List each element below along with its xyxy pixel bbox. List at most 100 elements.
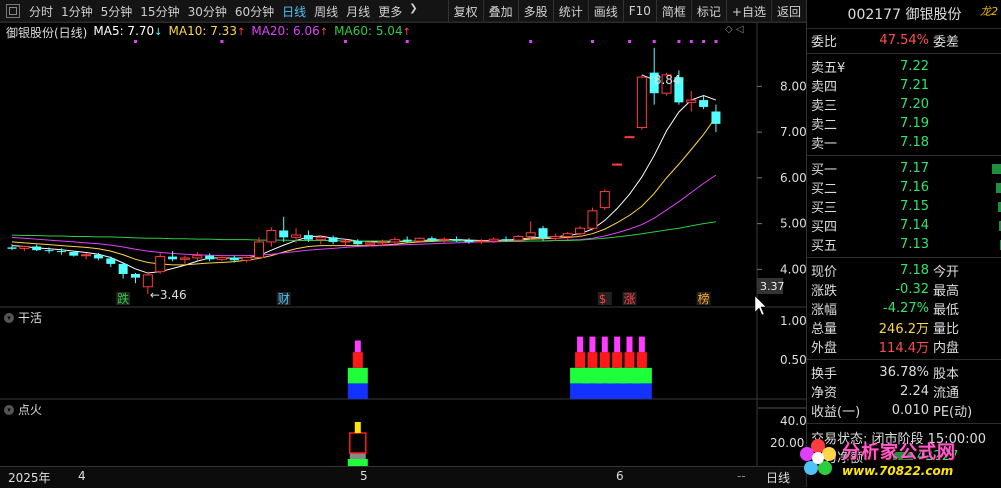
candle-body-down[interactable] [106,258,116,264]
candle-body-down[interactable] [328,237,338,242]
candle-body-up[interactable] [612,163,623,166]
candle-body-down[interactable] [44,250,54,252]
candle-body-up[interactable] [575,227,586,235]
quote-row: 现价 7.18 今开 [807,261,1001,280]
candle-body-up[interactable] [340,240,351,243]
order-price: 7.22 [900,59,929,74]
watermark: 分析家公式网 www.70822.com [796,428,1001,487]
order-level-text: 买一 [811,163,838,178]
order-row[interactable]: 卖三 7.20 [807,95,1001,114]
candle-body-up[interactable] [686,99,697,103]
candle-body-up[interactable] [315,236,326,241]
candle-body-up[interactable] [488,238,499,242]
order-row[interactable]: 买三 7.15 [807,197,1001,216]
candle-body-down[interactable] [93,254,103,259]
candle-body-down[interactable] [353,241,363,245]
event-marker-label: $ [599,292,607,306]
signal-dot [405,40,409,43]
candle-body-down[interactable] [699,100,709,107]
order-row[interactable]: 买二 7.16 [807,178,1001,197]
order-level-label: 买三 [807,197,851,216]
candle-body-down[interactable] [501,239,511,241]
candle-body-down[interactable] [279,230,289,238]
candle-body-up[interactable] [254,241,264,258]
y-tick-label: 8.00 [780,79,806,93]
candle-body-up[interactable] [562,233,573,237]
candle-body-down[interactable] [402,239,412,242]
candle-body-up[interactable] [266,229,277,243]
collapse-icon[interactable]: ▾ [4,312,14,323]
period-label[interactable]: 日线 [766,469,790,486]
candle-body-down[interactable] [205,255,215,260]
order-row[interactable]: 卖四 7.21 [807,76,1001,95]
quote-label-2: 今开 [933,265,960,280]
candle-body-up[interactable] [81,254,92,257]
candle-body-down[interactable] [69,252,79,256]
ask-book: 卖五¥ 7.22 卖四 7.21 卖三 7.20 卖二 7.19 卖一 7.18 [807,57,1001,152]
candle-body-up[interactable] [377,241,388,244]
candle-body-up[interactable] [414,237,425,242]
candle-body-up[interactable] [19,246,30,249]
candle-body-down[interactable] [131,273,140,278]
candle-body-up[interactable] [241,256,252,261]
candle-body-up[interactable] [365,242,376,245]
collapse-icon[interactable]: ▾ [4,404,14,415]
signal-dot [134,40,137,43]
order-row[interactable]: 买四 7.14 [807,216,1001,235]
candle-body-up[interactable] [192,255,203,259]
candle-body-up[interactable] [439,238,450,241]
candle-body-up[interactable] [624,136,635,139]
ignite-bar-segment [349,432,367,454]
y-tick-label: 6.00 [780,171,806,185]
candle-body-down[interactable] [118,263,128,274]
order-row[interactable]: 买一 7.17 [807,159,1001,178]
stock-tag: 龙2 [980,5,998,18]
candle-body-up[interactable] [389,239,400,243]
stacked-bar-segment [577,336,584,353]
candle-body-up[interactable] [587,210,598,229]
panel-title-dianhuo: ▾ 点火 [4,401,42,418]
candle-body-up[interactable] [550,235,561,239]
order-level-label: 买五 [807,235,851,254]
fin-row: 收益(一) 0.010 PE(动) [807,401,1001,420]
order-row[interactable]: 卖二 7.19 [807,114,1001,133]
candle-body-up[interactable] [599,191,610,209]
fin-value: 36.78% [879,365,929,380]
order-row[interactable]: 买五 7.13 [807,235,1001,254]
candle-body-down[interactable] [168,256,178,260]
candle-body-down[interactable] [229,257,239,261]
candle-body-up[interactable] [636,76,647,129]
candle-body-down[interactable] [464,240,474,242]
order-row[interactable]: 卖五¥ 7.22 [807,57,1001,76]
candle-body-down[interactable] [427,238,437,241]
candle-body-down[interactable] [452,239,462,241]
candle-body-down[interactable] [56,251,66,253]
candle-body-down[interactable] [711,111,721,124]
event-marker-label: 榜 [698,291,710,306]
candle-body-up[interactable] [155,256,166,273]
weicha-label: 委差 [933,35,960,50]
bid-volume-fill [992,163,1001,174]
order-level-label: 买四 [807,216,851,235]
candle-body-down[interactable] [303,235,313,240]
order-row[interactable]: 卖一 7.18 [807,133,1001,152]
candle-body-up[interactable] [291,234,302,238]
candle-body-up[interactable] [476,240,487,243]
candle-body-down[interactable] [7,247,17,249]
order-price: 7.14 [900,218,929,233]
price-chart[interactable]: 4.00 5.00 6.00 7.00 8.00 3.37 8.84 ←3.46 跌 财 $ 涨 榜 1.… [0,0,806,466]
candle-body-down[interactable] [538,228,548,239]
panel-title-ganhuo: ▾ 干活 [4,309,42,326]
candle-body-up[interactable] [513,235,524,241]
candle-body-up[interactable] [142,274,153,288]
candle-body-up[interactable] [179,257,190,260]
stacked-bar-segment [587,352,598,368]
quote-value: -0.32 [895,282,929,297]
candle-body-up[interactable] [216,256,227,260]
candle-body-up[interactable] [525,232,536,237]
candle-body-down[interactable] [32,246,42,251]
weibi-row: 委比 47.54% 委差 [807,31,1001,50]
fin-stats: 换手 36.78% 股本 净资 2.24 流通 收益(一) 0.010 PE(动) [807,363,1001,420]
signal-dot [652,40,656,43]
watermark-url: www.70822.com [842,463,954,478]
